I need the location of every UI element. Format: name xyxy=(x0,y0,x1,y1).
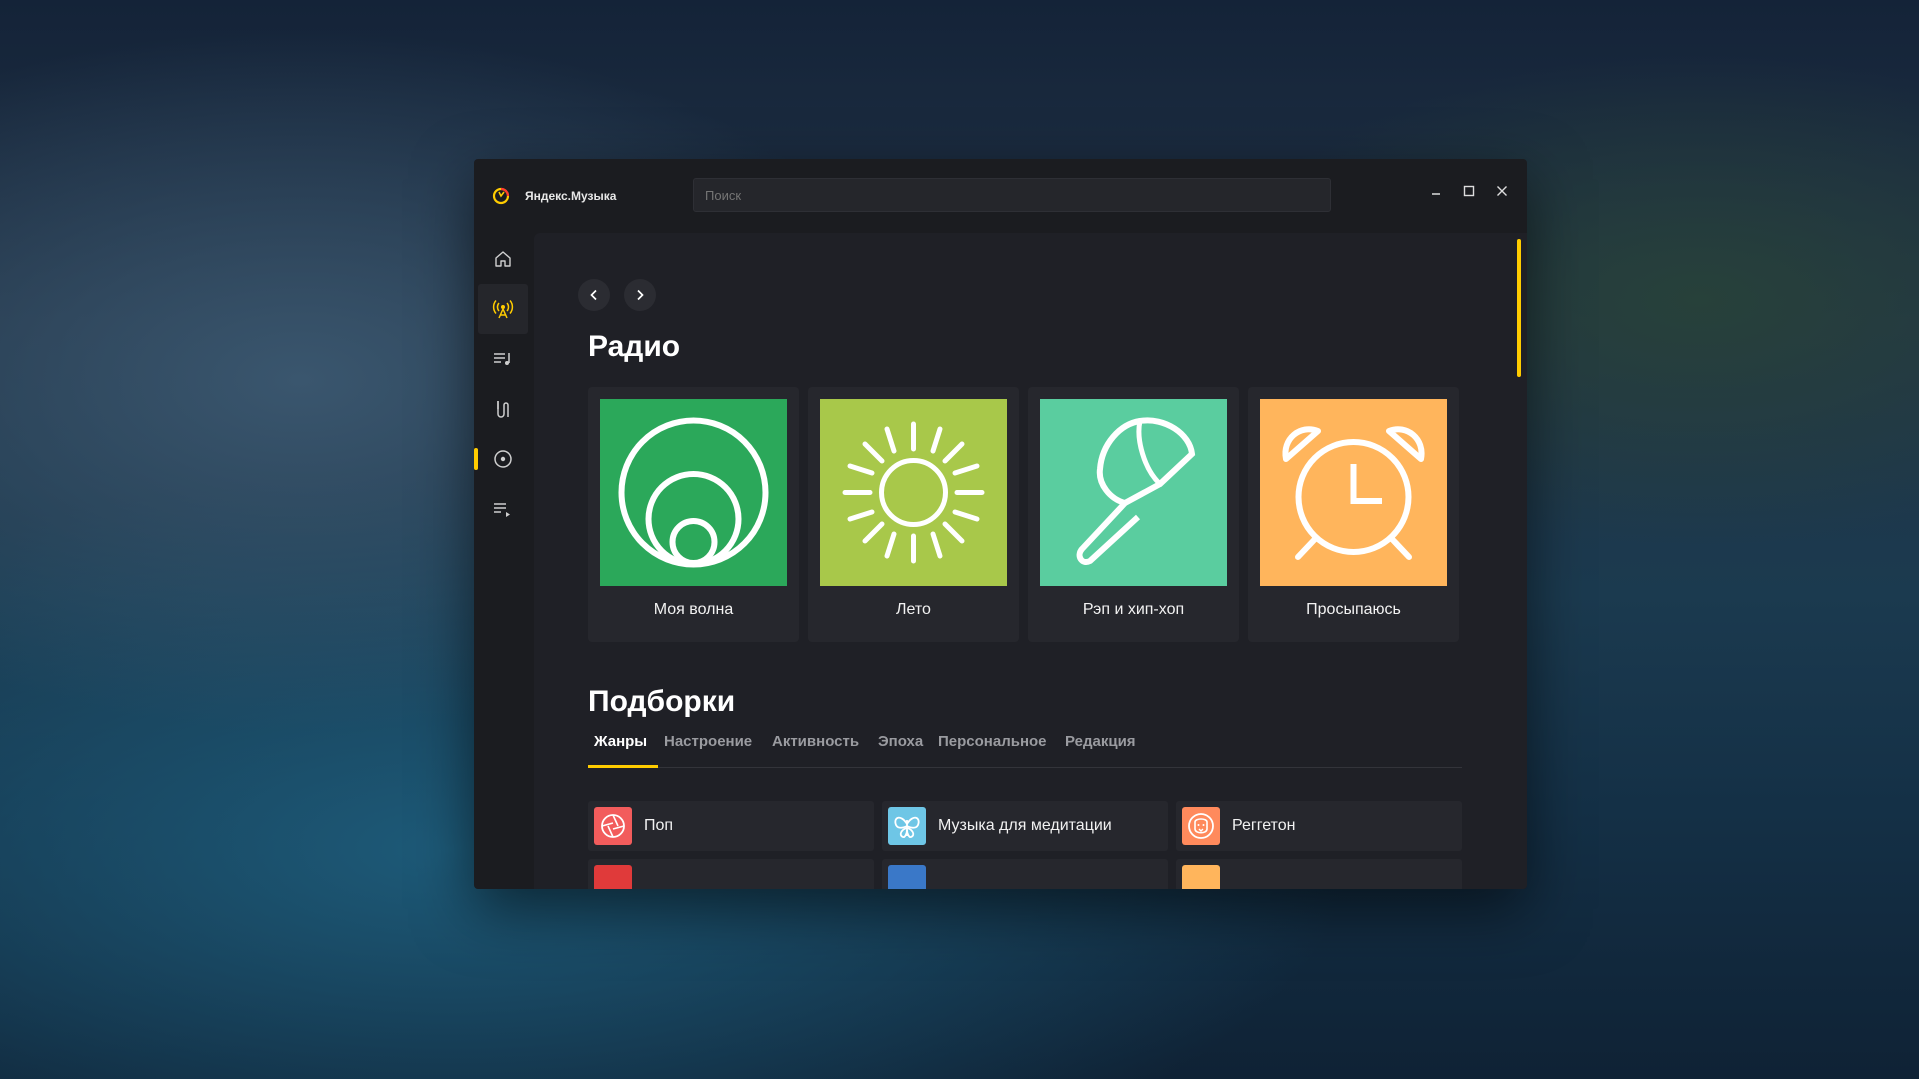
station-art xyxy=(820,399,1007,586)
title-bar: Яндекс.Музыка xyxy=(474,159,1527,233)
sidebar-item-albums[interactable] xyxy=(478,434,528,484)
maximize-icon xyxy=(1463,185,1475,197)
playlist-icon xyxy=(494,353,510,365)
tab-activity[interactable]: Активность xyxy=(772,733,859,750)
genre-icon-box xyxy=(1182,807,1220,845)
sidebar-item-queue[interactable] xyxy=(478,484,528,534)
disc-icon xyxy=(494,450,512,468)
genre-item-partial[interactable] xyxy=(1176,859,1462,889)
radio-icon xyxy=(492,300,514,319)
active-tab-underline xyxy=(588,765,658,768)
sidebar-item-home[interactable] xyxy=(478,234,528,284)
genre-name: Реггетон xyxy=(1232,817,1296,834)
station-label: Рэп и хип-хоп xyxy=(1082,601,1185,618)
yandex-music-logo-icon xyxy=(492,187,510,205)
back-button[interactable] xyxy=(578,279,610,311)
genre-icon-box xyxy=(594,865,632,889)
chevron-right-icon xyxy=(637,289,644,301)
genre-item-partial[interactable] xyxy=(588,859,874,889)
genre-name: Музыка для медитации xyxy=(938,817,1112,834)
radio-station-card[interactable]: Просыпаюсь xyxy=(1248,387,1459,642)
maximize-button[interactable] xyxy=(1457,181,1481,205)
tab-personal[interactable]: Персональное xyxy=(938,733,1047,750)
podcasts-icon xyxy=(497,401,509,418)
radio-station-card[interactable]: Моя волна xyxy=(588,387,799,642)
station-label: Моя волна xyxy=(653,601,734,618)
minimize-icon xyxy=(1432,193,1440,195)
collections-heading: Подборки xyxy=(588,685,736,718)
genre-icon-box xyxy=(888,865,926,889)
close-icon xyxy=(1497,186,1507,196)
genre-item[interactable]: Поп xyxy=(588,801,874,851)
radio-station-card[interactable]: Лето xyxy=(808,387,1019,642)
sun-icon xyxy=(842,421,985,564)
cap-icon xyxy=(1076,417,1196,565)
queue-icon xyxy=(494,503,510,517)
chevron-left-icon xyxy=(590,289,597,301)
station-art xyxy=(1260,399,1447,586)
collections-tabs: Жанры Настроение Активность Эпоха Персон… xyxy=(588,733,1462,768)
radio-heading: Радио xyxy=(588,330,681,363)
wave-icon xyxy=(618,417,769,568)
search-input[interactable] xyxy=(693,178,1331,212)
lion-icon xyxy=(1188,813,1214,839)
alarm-clock-icon xyxy=(1282,426,1425,560)
sidebar xyxy=(474,233,534,889)
station-label: Лето xyxy=(896,601,931,618)
scrollbar-thumb[interactable] xyxy=(1517,239,1521,377)
genre-item-partial[interactable] xyxy=(882,859,1168,889)
tab-genres[interactable]: Жанры xyxy=(594,733,647,750)
aperture-icon xyxy=(601,814,625,838)
butterfly-icon xyxy=(894,816,920,839)
app-window: Яндекс.Музыка Поиск Радио Моя волна Лето… xyxy=(474,159,1527,889)
minimize-button[interactable] xyxy=(1424,181,1448,205)
app-name: Яндекс.Музыка xyxy=(525,189,617,203)
station-label: Просыпаюсь xyxy=(1306,601,1401,618)
tab-era[interactable]: Эпоха xyxy=(878,733,923,750)
station-art xyxy=(1040,399,1227,586)
forward-button[interactable] xyxy=(624,279,656,311)
main-content: Радио Моя волна Лето Рэп и хип-хоп Просы… xyxy=(534,233,1527,889)
close-button[interactable] xyxy=(1490,181,1514,205)
genre-icon-box xyxy=(594,807,632,845)
tab-mood[interactable]: Настроение xyxy=(664,733,752,750)
sidebar-item-podcasts[interactable] xyxy=(478,384,528,434)
station-art xyxy=(600,399,787,586)
genre-icon-box xyxy=(888,807,926,845)
home-icon xyxy=(495,251,511,267)
genre-icon-box xyxy=(1182,865,1220,889)
genre-name: Поп xyxy=(644,817,674,834)
sidebar-item-playlists[interactable] xyxy=(478,334,528,384)
tab-editorial[interactable]: Редакция xyxy=(1065,733,1136,750)
genre-item[interactable]: Музыка для медитации xyxy=(882,801,1168,851)
genre-item[interactable]: Реггетон xyxy=(1176,801,1462,851)
radio-station-card[interactable]: Рэп и хип-хоп xyxy=(1028,387,1239,642)
sidebar-item-radio[interactable] xyxy=(478,284,528,334)
